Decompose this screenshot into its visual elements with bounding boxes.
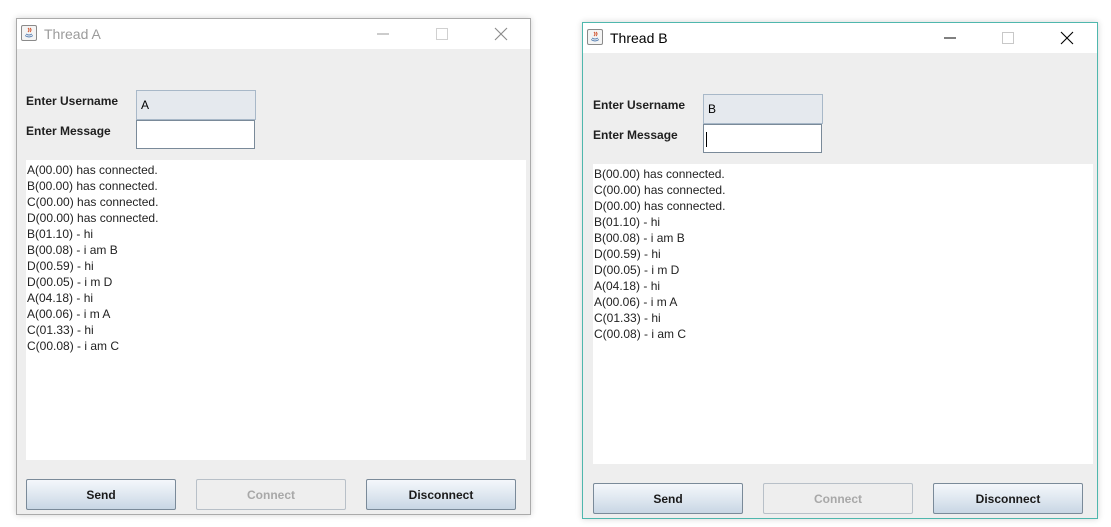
chat-log[interactable]: B(00.00) has connected. C(00.00) has conn… <box>593 164 1093 464</box>
disconnect-button[interactable]: Disconnect <box>933 483 1083 514</box>
message-label: Enter Message <box>26 124 111 138</box>
disconnect-button[interactable]: Disconnect <box>366 479 516 510</box>
log-line: B(00.00) has connected. <box>27 179 158 193</box>
text-caret <box>706 132 707 148</box>
log-line: A(04.18) - hi <box>27 291 94 305</box>
window-title: Thread A <box>44 26 101 42</box>
log-line: A(00.06) - i m A <box>27 307 111 321</box>
log-line: D(00.05) - i m D <box>594 263 680 277</box>
maximize-icon <box>1002 32 1014 44</box>
send-button[interactable]: Send <box>26 479 176 510</box>
connect-button[interactable]: Connect <box>196 479 346 510</box>
log-line: B(00.08) - i am B <box>594 231 685 245</box>
log-line: D(00.59) - hi <box>594 247 661 261</box>
log-line: C(00.08) - i am C <box>594 327 687 341</box>
log-line: A(00.00) has connected. <box>27 163 158 177</box>
username-field[interactable]: A <box>136 90 256 120</box>
username-field[interactable]: B <box>703 94 823 124</box>
log-line: B(01.10) - hi <box>27 227 94 241</box>
log-line: D(00.00) has connected. <box>594 199 726 213</box>
message-input[interactable] <box>703 124 822 153</box>
log-line: B(00.00) has connected. <box>594 167 725 181</box>
log-line: C(00.00) has connected. <box>594 183 726 197</box>
minimize-button[interactable] <box>360 19 406 49</box>
log-line: C(01.33) - hi <box>27 323 94 337</box>
title-bar[interactable]: Thread B <box>583 23 1097 53</box>
window-thread-b: Thread B Enter Username B Enter Message … <box>582 22 1098 519</box>
log-line: A(00.06) - i m A <box>594 295 678 309</box>
username-label: Enter Username <box>26 94 119 108</box>
maximize-icon <box>436 28 448 40</box>
minimize-icon <box>944 37 956 39</box>
minimize-icon <box>377 33 389 35</box>
close-button[interactable] <box>478 19 524 49</box>
minimize-button[interactable] <box>927 23 973 53</box>
close-button[interactable] <box>1044 23 1090 53</box>
close-icon <box>1060 31 1074 45</box>
log-line: C(00.08) - i am C <box>27 339 120 353</box>
chat-log[interactable]: A(00.00) has connected. B(00.00) has conn… <box>26 160 526 460</box>
log-line: B(01.10) - hi <box>594 215 661 229</box>
maximize-button[interactable] <box>419 19 465 49</box>
log-line: C(00.00) has connected. <box>27 195 159 209</box>
log-line: B(00.08) - i am B <box>27 243 118 257</box>
log-line: D(00.59) - hi <box>27 259 94 273</box>
connect-button[interactable]: Connect <box>763 483 913 514</box>
log-line: A(04.18) - hi <box>594 279 661 293</box>
send-button[interactable]: Send <box>593 483 743 514</box>
message-label: Enter Message <box>593 128 678 142</box>
java-app-icon[interactable] <box>21 25 37 41</box>
java-app-icon[interactable] <box>587 29 603 45</box>
log-line: C(01.33) - hi <box>594 311 661 325</box>
window-thread-a: Thread A Enter Username A Enter Message … <box>16 18 531 515</box>
maximize-button[interactable] <box>985 23 1031 53</box>
message-input[interactable] <box>136 120 255 149</box>
title-bar[interactable]: Thread A <box>17 19 530 49</box>
close-icon <box>494 27 508 41</box>
window-title: Thread B <box>610 30 668 46</box>
log-line: D(00.00) has connected. <box>27 211 159 225</box>
username-label: Enter Username <box>593 98 686 112</box>
log-line: D(00.05) - i m D <box>27 275 113 289</box>
